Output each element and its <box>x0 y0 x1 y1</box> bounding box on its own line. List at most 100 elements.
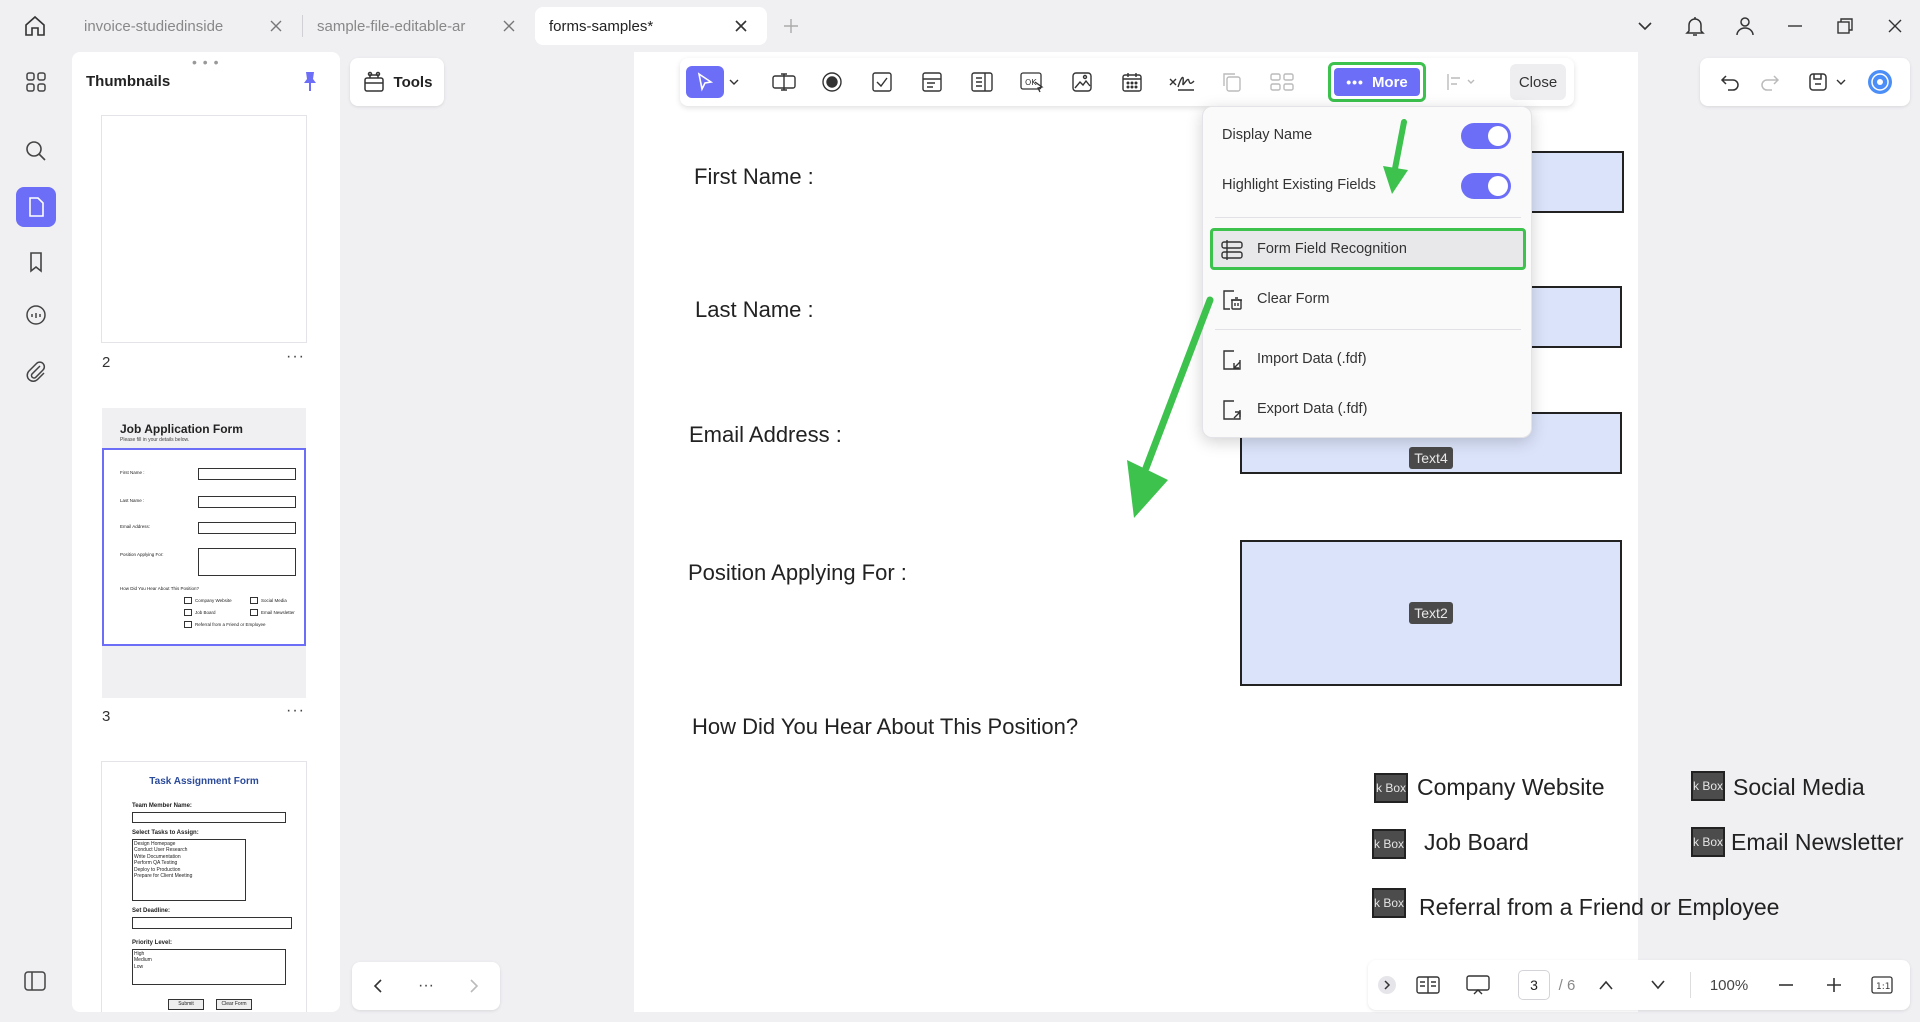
maximize-button[interactable] <box>1820 0 1870 52</box>
position-field[interactable]: Text2 <box>1240 540 1622 686</box>
undo-button[interactable] <box>1714 66 1746 98</box>
previous-button[interactable] <box>362 970 394 1002</box>
actual-size-icon: 1:1 <box>1871 976 1893 994</box>
thumbnail-page-3[interactable]: First Name : Last Name : Email Address: … <box>102 448 306 646</box>
image-field-tool-button[interactable] <box>1064 66 1100 98</box>
ai-assistant-button[interactable] <box>1864 66 1896 98</box>
rail-thumbnails-button[interactable] <box>16 187 56 227</box>
nav-more-button[interactable]: ··· <box>410 970 442 1002</box>
tab-forms-samples[interactable]: forms-samples* <box>535 7 767 45</box>
tabs-dropdown-button[interactable] <box>1620 0 1670 52</box>
align-tool-button[interactable] <box>1438 66 1484 98</box>
job-board-checkbox[interactable]: Check Box <box>1372 829 1406 859</box>
button-tool-button[interactable]: OK <box>1014 66 1050 98</box>
display-name-toggle[interactable] <box>1461 123 1511 149</box>
save-dropdown[interactable] <box>1832 66 1850 98</box>
company-website-checkbox[interactable]: Check Box <box>1374 773 1408 803</box>
thumbnail-heading: Task Assignment Form <box>149 776 259 787</box>
arrange-tool-button[interactable] <box>1264 66 1300 98</box>
combo-box-tool-button[interactable] <box>914 66 950 98</box>
pin-button[interactable] <box>300 70 320 92</box>
date-field-tool-button[interactable] <box>1114 66 1150 98</box>
zoom-level[interactable]: 100% <box>1698 969 1760 1001</box>
hear-about-question: How Did You Hear About This Position? <box>692 714 1079 739</box>
chevron-down-icon <box>1638 22 1652 31</box>
tab-close-button[interactable] <box>497 14 521 38</box>
account-button[interactable] <box>1720 0 1770 52</box>
more-button[interactable]: ••• More <box>1334 68 1420 96</box>
duplicate-tool-button[interactable] <box>1214 66 1250 98</box>
thumbnail-page-3-container[interactable]: Job Application Form Please fill in your… <box>102 408 306 698</box>
referral-checkbox[interactable]: Check Box <box>1372 888 1406 918</box>
user-icon <box>1736 17 1754 36</box>
ok-button-icon: OK <box>1020 72 1044 93</box>
tab-sample-file[interactable]: sample-file-editable-ar <box>303 7 535 45</box>
social-media-label: Social Media <box>1733 774 1865 800</box>
save-button[interactable] <box>1802 66 1834 98</box>
highlight-fields-option[interactable]: Highlight Existing Fields <box>1203 163 1531 207</box>
thumbnail-more-button[interactable]: ··· <box>286 348 305 366</box>
thumb-priority: Low <box>134 963 144 970</box>
actual-size-button[interactable]: 1:1 <box>1866 969 1898 1001</box>
thumb-option: Company Website <box>195 598 232 603</box>
home-button[interactable] <box>0 0 70 52</box>
clear-form-option[interactable]: Clear Form <box>1203 277 1531 321</box>
radio-button-tool-button[interactable] <box>814 66 850 98</box>
current-page-input[interactable]: 3 <box>1518 970 1550 1000</box>
drag-handle[interactable]: • • • <box>192 54 219 70</box>
export-data-option[interactable]: Export Data (.fdf) <box>1203 387 1531 431</box>
thumb-label: Set Deadline: <box>132 908 171 914</box>
zoom-divider <box>1690 972 1691 998</box>
page-icon <box>29 197 44 217</box>
redo-button[interactable] <box>1754 66 1786 98</box>
social-media-checkbox[interactable]: Check Box <box>1691 771 1725 801</box>
tools-button[interactable]: Tools <box>350 58 444 106</box>
bookmark-icon <box>30 252 42 273</box>
thumb-label: Select Tasks to Assign: <box>132 830 199 836</box>
page-layout-button[interactable] <box>1412 969 1444 1001</box>
thumb-field <box>132 917 292 929</box>
signature-tool-button[interactable] <box>1164 66 1200 98</box>
list-box-tool-button[interactable] <box>964 66 1000 98</box>
tab-invoice[interactable]: invoice-studiedinside <box>70 7 302 45</box>
rail-search-button[interactable] <box>16 131 56 171</box>
highlight-fields-toggle[interactable] <box>1461 173 1511 199</box>
rail-comments-button[interactable] <box>16 296 56 336</box>
thumbnail-page-2[interactable] <box>102 116 306 342</box>
display-name-option[interactable]: Display Name <box>1203 113 1531 157</box>
page-down-button[interactable] <box>1642 969 1674 1001</box>
minimize-button[interactable] <box>1770 0 1820 52</box>
rail-sidebar-toggle-button[interactable] <box>22 968 48 994</box>
undo-icon <box>1720 75 1739 91</box>
zoom-in-button[interactable] <box>1818 969 1850 1001</box>
chevron-down-icon <box>1836 79 1846 85</box>
close-window-button[interactable] <box>1870 0 1920 52</box>
search-icon <box>26 141 46 161</box>
field-name-tag: Text2 <box>1409 602 1453 624</box>
page-up-button[interactable] <box>1590 969 1622 1001</box>
select-tool-dropdown[interactable] <box>724 66 744 98</box>
thumb-field <box>198 496 296 508</box>
presentation-button[interactable] <box>1462 969 1494 1001</box>
rail-organize-button[interactable] <box>16 62 56 102</box>
notifications-button[interactable] <box>1670 0 1720 52</box>
zoom-out-button[interactable] <box>1770 969 1802 1001</box>
tab-close-button[interactable] <box>264 14 288 38</box>
thumbnail-page-4[interactable]: Task Assignment Form Team Member Name: S… <box>102 762 306 1012</box>
collapse-zoom-bar-button[interactable] <box>1376 969 1398 1001</box>
export-icon <box>1223 400 1241 420</box>
close-form-mode-button[interactable]: Close <box>1510 64 1566 100</box>
thumbnail-more-button[interactable]: ··· <box>286 702 305 720</box>
comment-icon <box>26 305 46 325</box>
text-field-tool-button[interactable] <box>766 66 802 98</box>
tab-close-button[interactable] <box>729 14 753 38</box>
import-data-option[interactable]: Import Data (.fdf) <box>1203 337 1531 381</box>
new-tab-button[interactable] <box>767 7 815 45</box>
rail-attachments-button[interactable] <box>16 351 56 391</box>
checkbox-tool-button[interactable] <box>864 66 900 98</box>
next-button[interactable] <box>458 970 490 1002</box>
email-newsletter-checkbox[interactable]: Check Box <box>1691 827 1725 857</box>
select-tool-button[interactable] <box>686 66 724 98</box>
rail-bookmarks-button[interactable] <box>16 242 56 282</box>
form-field-recognition-option[interactable]: Form Field Recognition <box>1203 227 1531 271</box>
